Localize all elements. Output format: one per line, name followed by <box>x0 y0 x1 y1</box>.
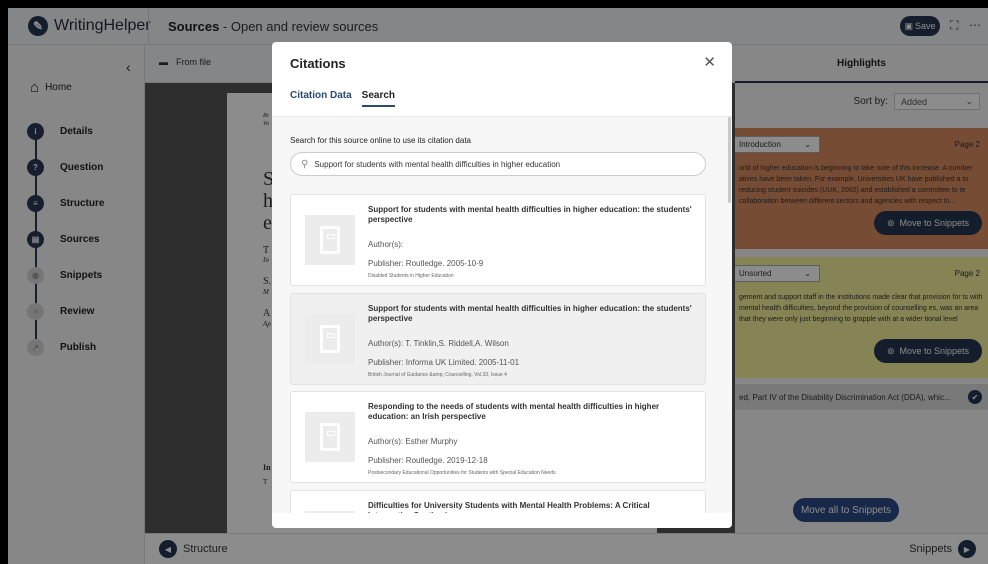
book-icon <box>305 314 355 364</box>
dialog-tabs: Citation Data Search <box>290 90 396 107</box>
dialog-body: Search for this source online to use its… <box>272 117 732 513</box>
result-authors: Author(s): <box>368 240 404 249</box>
result-title: Responding to the needs of students with… <box>368 402 660 421</box>
book-icon <box>305 412 355 462</box>
tab-citation-data[interactable]: Citation Data <box>290 90 352 107</box>
app-window: ✎ WritingHelper Sources - Open and revie… <box>8 8 988 564</box>
tab-search[interactable]: Search <box>361 90 396 107</box>
result-publisher: Publisher: Routledge. 2019-12-18 <box>368 456 488 465</box>
close-icon[interactable]: ✕ <box>703 53 716 71</box>
result-series: British Journal of Guidance &amp; Counse… <box>368 372 507 378</box>
result-title: Difficulties for University Students wit… <box>368 501 650 513</box>
search-icon: ⚲ <box>301 158 309 170</box>
search-input[interactable]: ⚲ Support for students with mental healt… <box>290 152 706 176</box>
search-result[interactable]: Support for students with mental health … <box>290 194 706 286</box>
result-authors: Author(s): T. Tinklin,S. Riddell,A. Wils… <box>368 339 509 348</box>
search-value: Support for students with mental health … <box>314 159 561 169</box>
search-result[interactable]: Responding to the needs of students with… <box>290 391 706 483</box>
scrollbar[interactable] <box>728 117 731 203</box>
result-publisher: Publisher: Routledge. 2005-10-9 <box>368 259 484 268</box>
book-icon <box>305 511 355 513</box>
search-result[interactable]: Support for students with mental health … <box>290 293 706 385</box>
result-title: Support for students with mental health … <box>368 205 692 224</box>
result-series: Disabled Students in Higher Education <box>368 273 454 279</box>
search-label: Search for this source online to use its… <box>290 136 471 145</box>
result-series: Postsecondary Educational Opportunities … <box>368 470 556 476</box>
result-publisher: Publisher: Informa UK Limited. 2005-11-0… <box>368 358 520 367</box>
result-authors: Author(s): Esther Murphy <box>368 437 458 446</box>
book-icon <box>305 215 355 265</box>
result-title: Support for students with mental health … <box>368 304 692 323</box>
search-result[interactable]: Difficulties for University Students wit… <box>290 490 706 513</box>
dialog-title: Citations <box>290 56 346 71</box>
citations-dialog: Citations ✕ Citation Data Search Search … <box>272 42 732 528</box>
